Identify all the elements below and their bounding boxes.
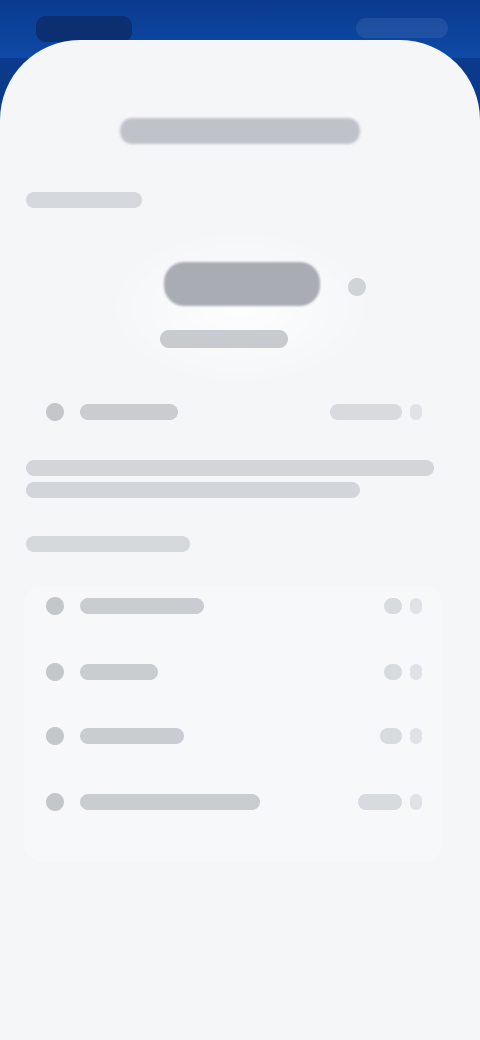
- section-label: [26, 536, 190, 552]
- settings-row[interactable]: [24, 386, 436, 438]
- row-value: [330, 404, 402, 420]
- chevron-right-icon: [410, 794, 422, 810]
- row-label: [80, 404, 178, 420]
- row-label: [80, 664, 158, 680]
- chevron-right-icon: [348, 278, 366, 296]
- section-label: [26, 192, 142, 208]
- chevron-right-icon: [410, 404, 422, 420]
- description-line: [26, 482, 360, 498]
- status-time: [36, 16, 132, 42]
- row-icon: [46, 403, 64, 421]
- row-icon: [46, 663, 64, 681]
- settings-row[interactable]: [24, 580, 436, 632]
- settings-row[interactable]: [24, 710, 436, 762]
- hero-value: [164, 262, 320, 306]
- row-value: [384, 598, 402, 614]
- hero-subtext: [160, 330, 288, 348]
- row-value: [384, 664, 402, 680]
- sheet-fade: [0, 820, 480, 1040]
- row-label: [80, 598, 204, 614]
- status-icons: [356, 18, 448, 38]
- row-icon: [46, 597, 64, 615]
- row-value: [380, 728, 402, 744]
- row-value: [358, 794, 402, 810]
- row-label: [80, 794, 260, 810]
- chevron-right-icon: [410, 728, 422, 744]
- row-icon: [46, 727, 64, 745]
- row-label: [80, 728, 184, 744]
- settings-sheet: [0, 40, 480, 1040]
- page-title: [120, 118, 360, 144]
- description-line: [26, 460, 434, 476]
- chevron-right-icon: [410, 598, 422, 614]
- settings-row[interactable]: [24, 646, 436, 698]
- hero-background: [104, 228, 376, 388]
- row-icon: [46, 793, 64, 811]
- chevron-right-icon: [410, 664, 422, 680]
